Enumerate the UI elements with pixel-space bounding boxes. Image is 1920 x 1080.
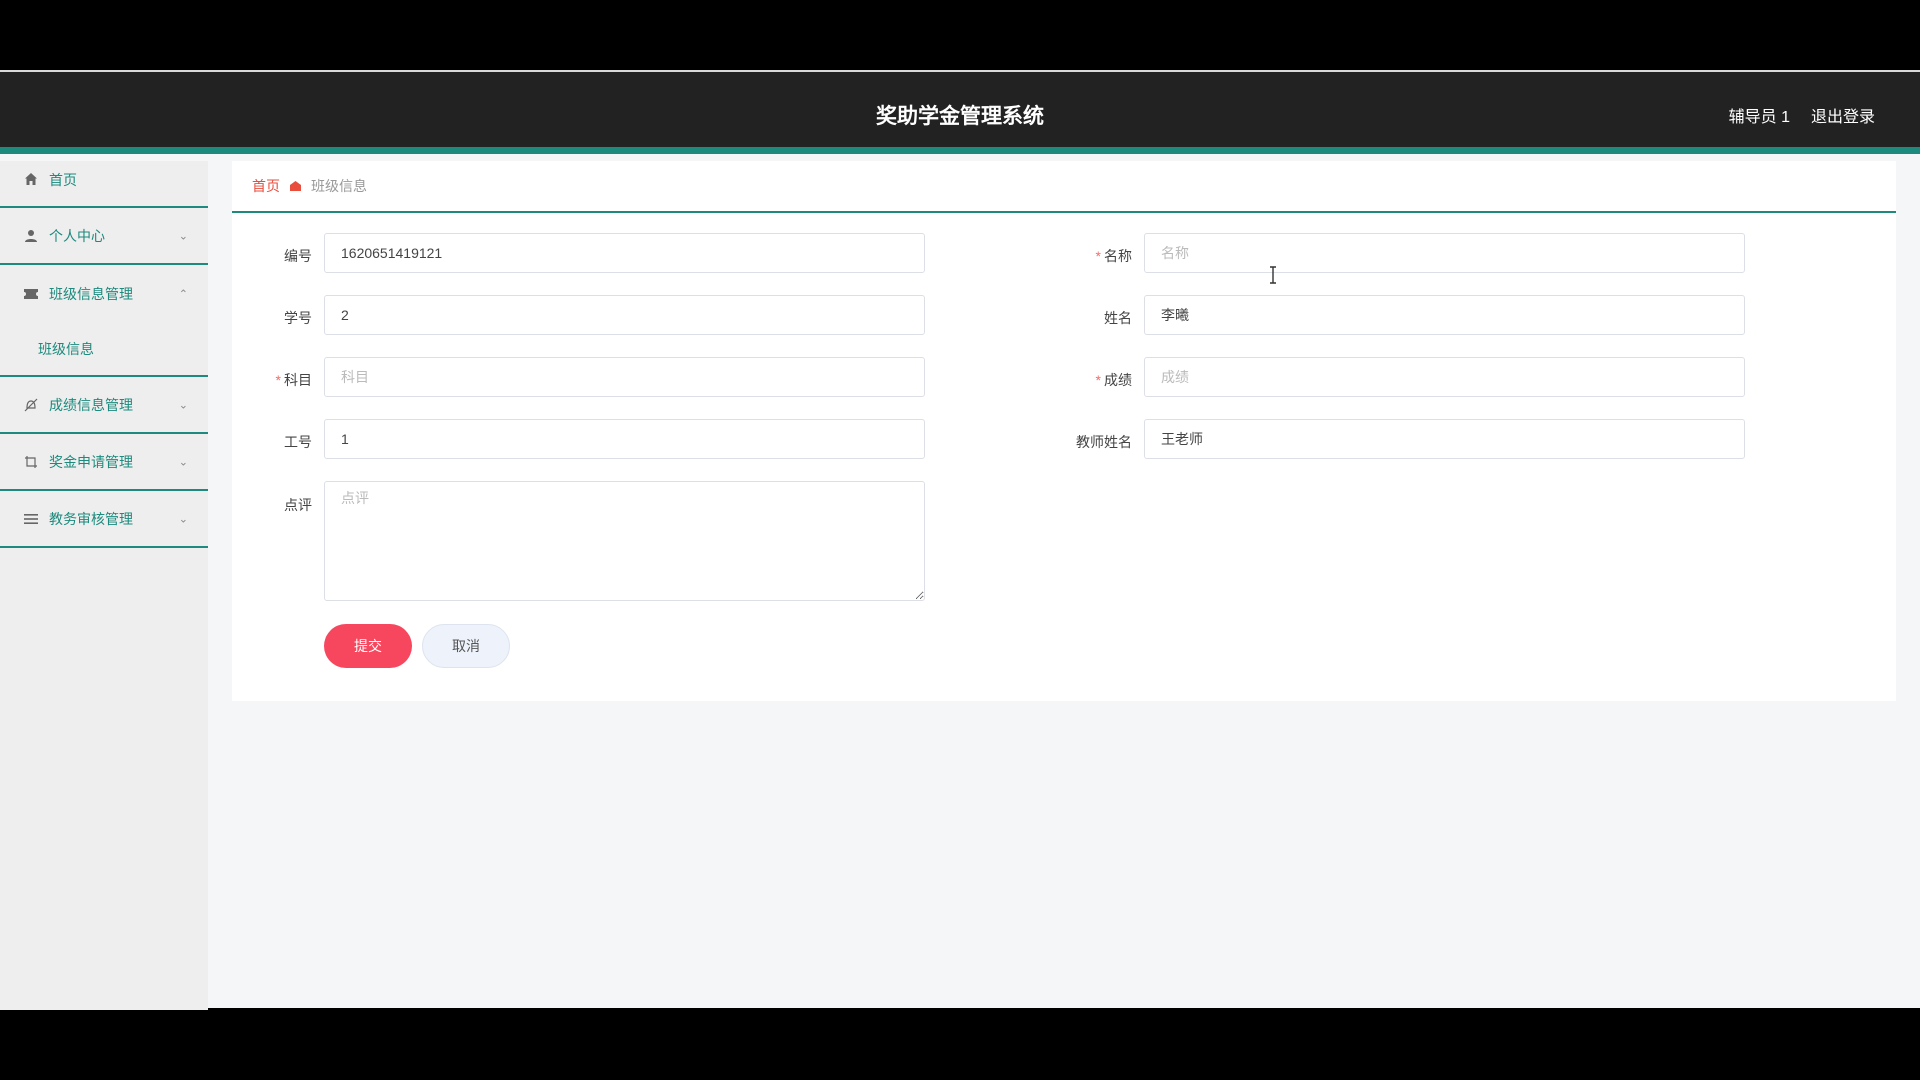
mingcheng-input[interactable] <box>1144 233 1745 273</box>
app-window: 奖助学金管理系统 辅导员 1 退出登录 首页 个人中心 ⌄ 班级信息管理 ⌃ 班… <box>0 70 1920 1010</box>
chevron-down-icon: ⌄ <box>178 399 188 411</box>
label-xuehao: 学号 <box>284 310 312 326</box>
sidebar: 首页 个人中心 ⌄ 班级信息管理 ⌃ 班级信息 成绩信息管理 ⌄ 奖金申请管理 … <box>0 161 208 1010</box>
house-separator-icon <box>290 181 301 191</box>
breadcrumb-home[interactable]: 首页 <box>252 176 280 196</box>
text-cursor-icon <box>1270 266 1276 284</box>
sidebar-item-label: 首页 <box>49 172 77 188</box>
sidebar-item-class-management[interactable]: 班级信息管理 ⌃ <box>0 265 208 322</box>
sidebar-item-score-management[interactable]: 成绩信息管理 ⌄ <box>0 377 208 434</box>
label-jiaoshi: 教师姓名 <box>1076 434 1132 450</box>
label-xingming: 姓名 <box>1104 310 1132 326</box>
ticket-icon <box>22 285 40 303</box>
sidebar-item-home[interactable]: 首页 <box>0 161 208 208</box>
main-content: 首页 班级信息 编号 *名称 学号 姓名 *科目 *成绩 工号 教师姓名 <box>232 161 1896 701</box>
gonghao-input[interactable] <box>324 419 925 459</box>
label-mingcheng: * 名称 <box>1095 248 1132 264</box>
logout-link[interactable]: 退出登录 <box>1811 103 1875 127</box>
xingming-input[interactable] <box>1144 295 1745 335</box>
dianping-textarea[interactable] <box>324 481 925 601</box>
label-kemu: * 科目 <box>275 372 312 388</box>
jiaoshi-input[interactable] <box>1144 419 1745 459</box>
xuehao-input[interactable] <box>324 295 925 335</box>
sidebar-item-label: 奖金申请管理 <box>49 453 133 470</box>
current-user: 辅导员 1 <box>1728 109 1790 126</box>
sidebar-item-award-management[interactable]: 奖金申请管理 ⌄ <box>0 434 208 491</box>
label-dianping: 点评 <box>284 497 312 513</box>
label-chengji: * 成绩 <box>1095 372 1132 388</box>
sidebar-item-label: 班级信息管理 <box>49 285 133 302</box>
chevron-down-icon: ⌄ <box>178 513 188 525</box>
cancel-button[interactable]: 取消 <box>422 624 510 668</box>
chevron-up-icon: ⌃ <box>178 288 188 300</box>
bell-off-icon <box>22 396 40 414</box>
chengji-input[interactable] <box>1144 357 1745 397</box>
menu-icon <box>22 510 40 528</box>
sidebar-item-personal-center[interactable]: 个人中心 ⌄ <box>0 208 208 265</box>
screen: 奖助学金管理系统 辅导员 1 退出登录 首页 个人中心 ⌄ 班级信息管理 ⌃ 班… <box>0 0 1920 1080</box>
kemu-input[interactable] <box>324 357 925 397</box>
breadcrumb-current: 班级信息 <box>311 178 367 194</box>
crop-icon <box>22 453 40 471</box>
sidebar-item-label: 个人中心 <box>49 227 105 244</box>
label-bianhao: 编号 <box>284 248 312 264</box>
sidebar-subitem-class-info[interactable]: 班级信息 <box>0 322 208 377</box>
chevron-down-icon: ⌄ <box>178 456 188 468</box>
submit-button[interactable]: 提交 <box>324 624 412 668</box>
bianhao-input[interactable] <box>324 233 925 273</box>
chevron-down-icon: ⌄ <box>178 230 188 242</box>
home-icon <box>22 170 40 188</box>
label-gonghao: 工号 <box>284 434 312 450</box>
sidebar-item-label: 教务审核管理 <box>49 510 133 527</box>
sidebar-item-label: 成绩信息管理 <box>49 396 133 413</box>
system-title: 奖助学金管理系统 <box>876 105 1044 128</box>
user-icon <box>22 227 40 245</box>
breadcrumb: 首页 班级信息 <box>232 161 1896 213</box>
top-header: 奖助学金管理系统 辅导员 1 退出登录 <box>0 72 1920 154</box>
sidebar-item-academic-review[interactable]: 教务审核管理 ⌄ <box>0 491 208 548</box>
